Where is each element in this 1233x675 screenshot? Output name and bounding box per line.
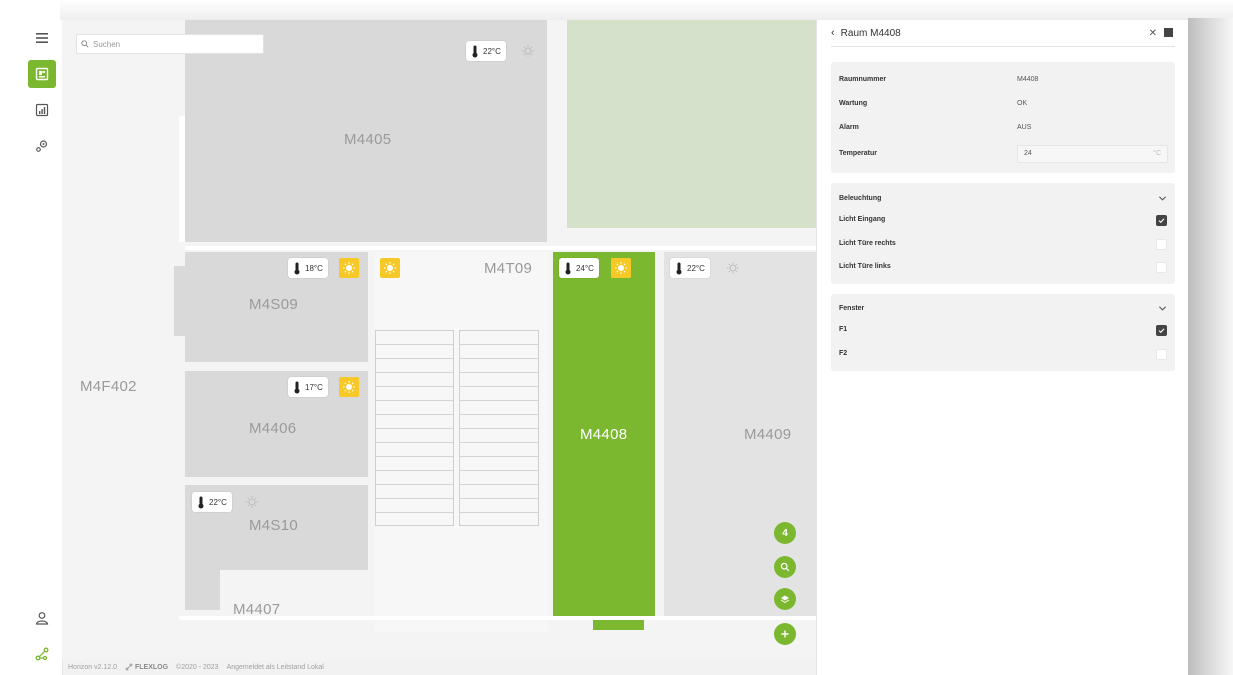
layers-icon xyxy=(780,595,790,604)
info-value-wartung: OK xyxy=(1017,100,1028,107)
thermometer-icon xyxy=(294,381,300,393)
info-value-alarm: AUS xyxy=(1017,124,1032,131)
checkbox-licht-tuere-rechts[interactable] xyxy=(1156,239,1167,250)
lightbulb-icon[interactable] xyxy=(518,41,538,61)
sidebar xyxy=(22,20,63,675)
temp-badge-m4s10: 22°C xyxy=(192,492,232,512)
info-label-temperatur: Temperatur xyxy=(839,150,877,157)
window-item-f2: F2 xyxy=(839,350,848,357)
window-item-f1: F1 xyxy=(839,326,848,333)
lightbulb-icon[interactable] xyxy=(611,258,631,278)
lightbulb-icon[interactable] xyxy=(380,258,400,278)
room-label-m4t09: M4T09 xyxy=(484,260,533,277)
thermometer-icon xyxy=(472,45,478,57)
lightbulb-icon[interactable] xyxy=(339,258,359,278)
temp-badge-m4409: 22°C xyxy=(670,258,710,278)
lighting-item-eingang: Licht Eingang xyxy=(839,216,886,223)
footer-login: Angemeldet als Leitstand Lokal xyxy=(226,663,324,671)
search-icon xyxy=(780,562,790,572)
room-label-m4408: M4408 xyxy=(580,426,628,443)
checkbox-licht-eingang[interactable] xyxy=(1156,215,1167,226)
windows-title: Fenster xyxy=(839,305,865,312)
outdoor-area xyxy=(567,20,816,228)
checkbox-window-f2[interactable] xyxy=(1156,349,1167,360)
lighting-item-tuere-rechts: Licht Türe rechts xyxy=(839,240,896,247)
lightbulb-icon[interactable] xyxy=(723,258,743,278)
windows-card: Fenster F1 F2 xyxy=(831,294,1175,371)
room-label-m4s10: M4S10 xyxy=(249,517,299,534)
floor-number-button[interactable]: 4 xyxy=(774,522,796,544)
temp-badge-m4405: 22°C xyxy=(466,41,506,61)
floorplan-icon[interactable] xyxy=(28,60,56,88)
room-label-m4405: M4405 xyxy=(344,131,392,148)
footer-brand: FLEXLOG xyxy=(125,663,168,671)
room-label-m4s09: M4S09 xyxy=(249,296,299,313)
search-icon xyxy=(81,40,89,48)
settings-icon[interactable] xyxy=(28,132,56,160)
room-label-m4406: M4406 xyxy=(249,420,297,437)
room-m4408-door xyxy=(593,610,644,630)
panel-title: Raum M4408 xyxy=(840,27,901,39)
room-m4s10-ext xyxy=(185,570,220,610)
user-icon[interactable] xyxy=(28,604,56,632)
add-button[interactable] xyxy=(774,623,796,645)
lighting-item-tuere-links: Licht Türe links xyxy=(839,263,891,270)
temperature-unit: °C xyxy=(1153,150,1161,157)
app-window: M4405 22°C M4S09 18°C M4T09 M4408 24°C M… xyxy=(22,20,1188,675)
plus-icon xyxy=(781,630,789,638)
floor-map: M4405 22°C M4S09 18°C M4T09 M4408 24°C M… xyxy=(62,20,816,660)
checkbox-window-f1[interactable] xyxy=(1156,325,1167,336)
footer: Horizon v2.12.0 FLEXLOG ©2020 - 2023 Ang… xyxy=(68,663,324,671)
thermometer-icon xyxy=(676,262,682,274)
lightbulb-icon[interactable] xyxy=(242,492,262,512)
panel-header: ‹ Raum M4408 ✕ xyxy=(831,20,1175,47)
thermometer-icon xyxy=(565,262,571,274)
temp-badge-m4408: 24°C xyxy=(559,258,599,278)
checkbox-licht-tuere-links[interactable] xyxy=(1156,262,1167,273)
menu-icon[interactable] xyxy=(28,24,56,52)
lighting-card: Beleuchtung Licht Eingang Licht Türe rec… xyxy=(831,183,1175,284)
temperature-field[interactable]: 24 °C xyxy=(1017,145,1168,163)
search-input[interactable]: Suchen xyxy=(76,34,264,54)
network-icon xyxy=(125,663,133,671)
thermometer-icon xyxy=(198,496,204,508)
room-label-m4409: M4409 xyxy=(744,426,792,443)
footer-version: Horizon v2.12.0 xyxy=(68,663,118,671)
temperature-value: 24 xyxy=(1024,150,1032,157)
info-label-raumnummer: Raumnummer xyxy=(839,76,887,83)
footer-copyright: ©2020 - 2023 xyxy=(176,663,219,671)
close-icon[interactable]: ✕ xyxy=(1149,28,1157,39)
info-label-wartung: Wartung xyxy=(839,100,868,107)
info-value-raumnummer: M4408 xyxy=(1017,76,1039,83)
chevron-down-icon[interactable] xyxy=(1158,194,1167,203)
stair-flight-right xyxy=(459,330,539,526)
room-detail-panel: ‹ Raum M4408 ✕ Raumnummer M4408 Wartung … xyxy=(816,20,1188,675)
info-label-alarm: Alarm xyxy=(839,124,859,131)
room-label-m4f402: M4F402 xyxy=(80,378,137,395)
thermometer-icon xyxy=(294,262,300,274)
chevron-left-icon[interactable]: ‹ xyxy=(831,27,835,39)
layers-button[interactable] xyxy=(774,588,796,610)
expand-icon[interactable] xyxy=(1164,28,1173,37)
temp-badge-m4s09: 18°C xyxy=(288,258,328,278)
temp-badge-m4406: 17°C xyxy=(288,377,328,397)
lighting-title: Beleuchtung xyxy=(839,195,882,202)
zoom-search-button[interactable] xyxy=(774,556,796,578)
lightbulb-icon[interactable] xyxy=(339,377,359,397)
chart-icon[interactable] xyxy=(28,96,56,124)
stair-flight-left xyxy=(375,330,454,526)
network-icon[interactable] xyxy=(28,640,56,668)
chevron-down-icon[interactable] xyxy=(1158,304,1167,313)
